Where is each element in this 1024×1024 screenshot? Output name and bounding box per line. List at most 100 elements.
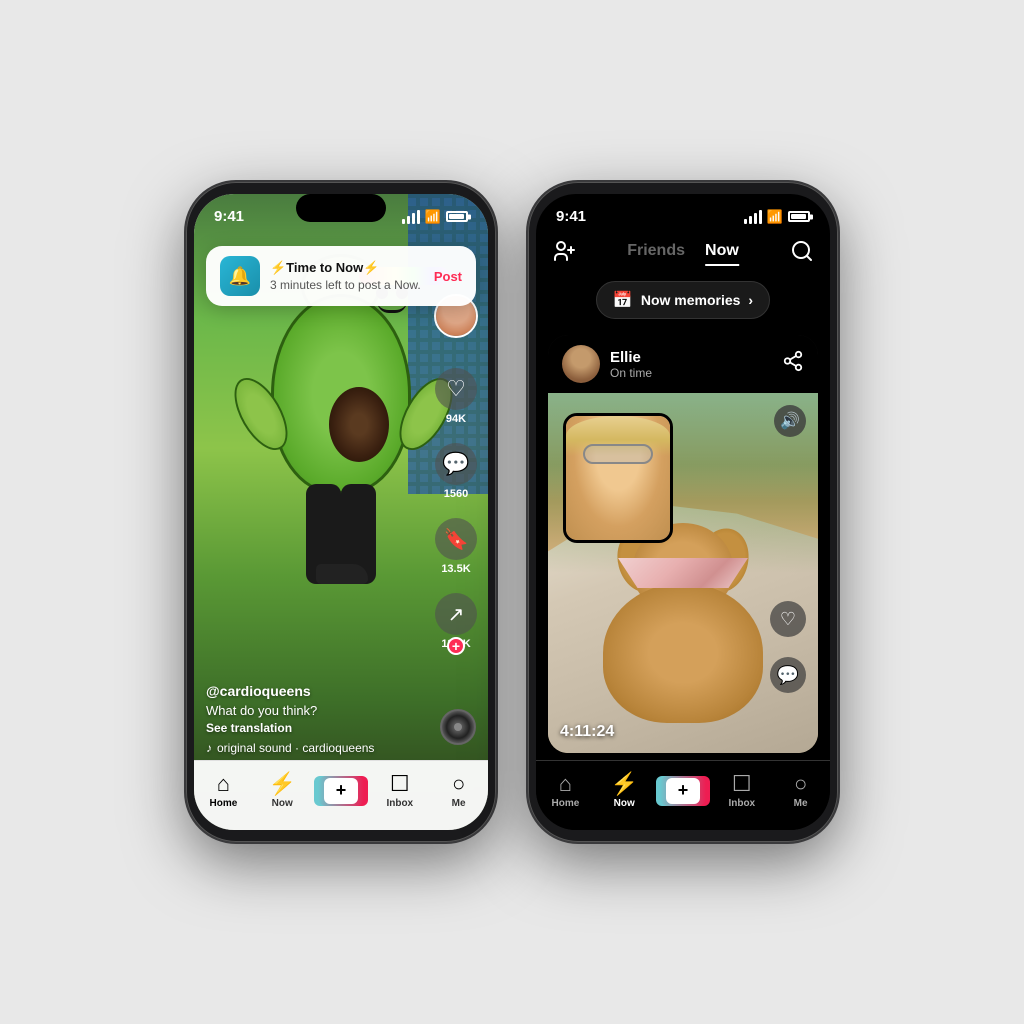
time-1: 9:41 [214,208,244,225]
poster-info: Ellie On time [562,345,652,383]
post-header: Ellie On time [548,335,818,393]
status-icons-2: 📶 [744,209,810,225]
notif-app-icon: 🔔 [220,256,260,296]
bookmark-icon: 🔖 [435,518,477,560]
home-icon-2: ⌂ [559,773,572,795]
tab-friends[interactable]: Friends [627,242,685,266]
notification-popup[interactable]: 🔔 ⚡Time to Now⚡ 3 minutes left to post a… [206,246,476,306]
plus-icon-1: + [324,778,358,804]
now-icon: ⚡ [268,773,295,795]
avo-shoe-right [328,564,368,584]
sound-name: original sound · cardioqueens [217,741,374,755]
comment-button-2[interactable]: 💬 [770,657,806,693]
search-icon-2[interactable] [790,239,814,269]
nav-home-1[interactable]: ⌂ Home [194,773,253,809]
poster-avatar[interactable] [562,345,600,383]
phone-1: 9:41 📶 🔔 ⚡Ti [186,182,496,842]
signal-icon-2 [744,210,762,224]
battery-icon-2 [788,211,810,222]
photo-timer: 4:11:24 [560,723,614,741]
nav-now-label-2: Now [614,798,635,809]
music-note-icon: ♪ [206,741,212,755]
phone-2-screen: 9:41 📶 [536,194,830,830]
video-actions: + ♡ 94K 💬 1560 🔖 13.5K ↗ 13.5K [434,294,478,650]
plus-icon-2: + [666,778,700,804]
nav-add-1[interactable]: + [312,776,371,806]
share-icon: ↗ [435,593,477,635]
nav-me-1[interactable]: ○ Me [429,773,488,809]
bookmark-button[interactable]: 🔖 13.5K [435,518,477,575]
notif-title: ⚡Time to Now⚡ [270,260,424,276]
creator-username[interactable]: @cardioqueens [206,683,428,699]
selfie-photo [563,413,673,543]
dog-bandana [618,558,748,588]
battery-icon [446,211,468,222]
like-count: 94K [446,413,466,425]
nav-inbox-1[interactable]: ☐ Inbox [370,773,429,809]
avo-pit [329,387,389,462]
selfie-person [566,416,670,540]
dual-photo: 🔊 4:11:24 ♡ 💬 [548,393,818,753]
video-caption: What do you think? [206,703,428,718]
calendar-icon: 📅 [613,290,633,310]
nav-me-2[interactable]: ○ Me [771,773,830,809]
nav-now-2[interactable]: ⚡ Now [595,773,654,809]
nav-home-label-2: Home [552,798,580,809]
avo-leg-right [341,484,376,584]
avatar-image [562,345,600,383]
like-button-2[interactable]: ♡ [770,601,806,637]
nav-now-label-1: Now [272,798,293,809]
nav-home-label-1: Home [210,798,238,809]
poster-status: On time [610,366,652,380]
nav-add-2[interactable]: + [654,776,713,806]
notif-post-button[interactable]: Post [434,269,462,284]
nav-me-label-1: Me [452,798,466,809]
bottom-nav-1: ⌂ Home ⚡ Now + ☐ Inbox ○ [194,760,488,830]
avo-legs [291,484,391,604]
save-count: 13.5K [441,563,470,575]
video-info: @cardioqueens What do you think? See tra… [206,683,428,755]
add-button-2[interactable]: + [660,776,706,806]
phones-container: 9:41 📶 🔔 ⚡Ti [186,182,838,842]
signal-icon [402,210,420,224]
memories-pill[interactable]: 📅 Now memories › [596,281,770,319]
dog-body [603,583,763,723]
inbox-icon-1: ☐ [390,773,410,795]
phone-2: 9:41 📶 [528,182,838,842]
like-button[interactable]: ♡ 94K [435,368,477,425]
header-tabs: Friends Now [627,242,739,266]
post-share-icon[interactable] [782,350,804,378]
post-actions: ♡ 💬 [770,601,806,693]
notif-text-block: ⚡Time to Now⚡ 3 minutes left to post a N… [270,260,424,292]
follow-plus-icon: + [447,637,465,655]
now-post-card: Ellie On time [548,335,818,753]
wifi-icon: 📶 [425,209,441,225]
comment-button[interactable]: 💬 1560 [435,443,477,500]
now-icon-2: ⚡ [610,773,637,795]
avocado-figure [241,254,441,754]
memories-label: Now memories [641,292,741,308]
dynamic-island-2 [638,194,728,222]
add-button-1[interactable]: + [318,776,364,806]
status-icons-1: 📶 [402,209,468,225]
poster-name: Ellie [610,349,652,366]
see-translation-button[interactable]: See translation [206,721,428,735]
nav-me-label-2: Me [794,798,808,809]
nav-home-2[interactable]: ⌂ Home [536,773,595,809]
comment-count: 1560 [444,488,468,500]
nav-inbox-2[interactable]: ☐ Inbox [712,773,771,809]
sound-info[interactable]: ♪ original sound · cardioqueens [206,741,428,755]
time-2: 9:41 [556,208,586,225]
home-icon: ⌂ [217,773,230,795]
nav-inbox-label-2: Inbox [728,798,755,809]
sound-button[interactable]: 🔊 [774,405,806,437]
tab-now[interactable]: Now [705,242,739,266]
dynamic-island-1 [296,194,386,222]
selfie-glasses [583,444,653,464]
add-friend-icon[interactable] [552,239,576,269]
friends-header: Friends Now [536,231,830,281]
nav-now-1[interactable]: ⚡ Now [253,773,312,809]
spinning-record [440,709,476,745]
memories-arrow: › [748,292,753,308]
me-icon-2: ○ [794,773,807,795]
